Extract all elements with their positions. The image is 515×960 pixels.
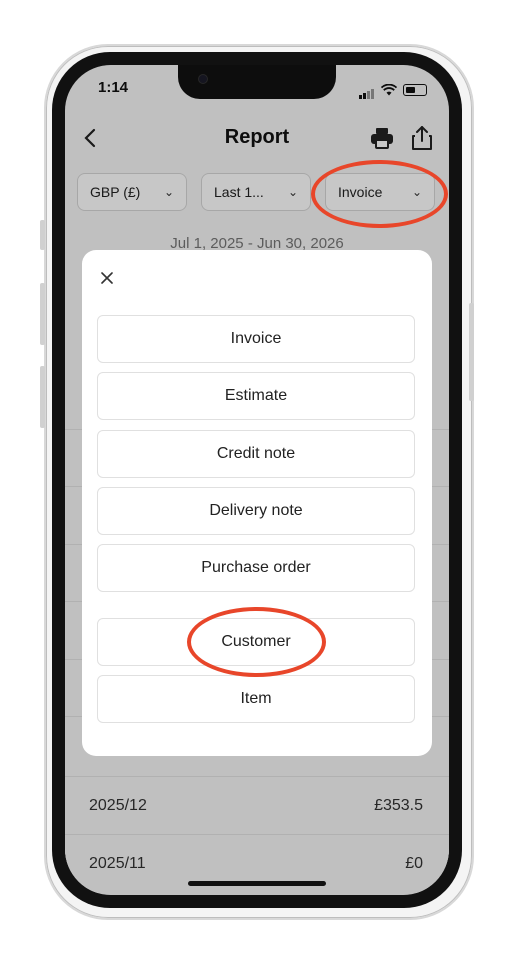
option-item[interactable]: Item [97, 675, 415, 723]
highlight-document-type-filter [311, 160, 448, 228]
option-estimate[interactable]: Estimate [97, 372, 415, 420]
silent-switch [40, 220, 45, 250]
option-invoice[interactable]: Invoice [97, 315, 415, 363]
volume-up-button [40, 283, 45, 345]
option-purchase-order[interactable]: Purchase order [97, 544, 415, 592]
highlight-customer-option [187, 607, 326, 677]
close-icon[interactable] [101, 269, 113, 288]
volume-down-button [40, 366, 45, 428]
home-indicator [188, 881, 326, 886]
document-type-modal: Invoice Estimate Credit note Delivery no… [82, 250, 432, 756]
option-delivery-note[interactable]: Delivery note [97, 487, 415, 535]
option-credit-note[interactable]: Credit note [97, 430, 415, 478]
power-button [469, 303, 474, 401]
